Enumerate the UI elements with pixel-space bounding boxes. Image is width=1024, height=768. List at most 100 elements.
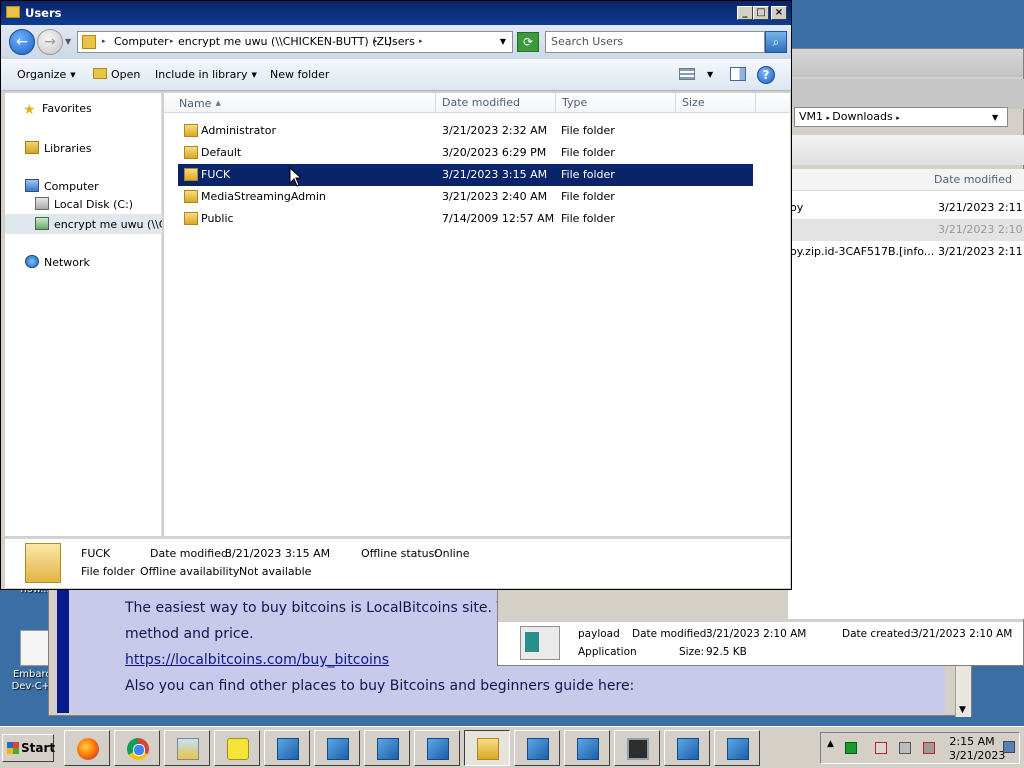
network-icon — [25, 255, 39, 268]
taskbar-users-folder[interactable] — [464, 730, 510, 766]
chevron-right-icon[interactable]: ▸ — [102, 37, 106, 45]
scroll-down-icon[interactable]: ▼ — [959, 705, 966, 715]
chevron-up-icon[interactable]: ▲ — [827, 739, 839, 751]
chevron-right-icon[interactable]: ▸ — [170, 37, 174, 45]
minimize-icon[interactable]: _ — [737, 6, 753, 20]
detail-value: 3/21/2023 2:10 AM — [912, 628, 1013, 640]
help-icon[interactable]: ? — [757, 66, 775, 84]
chevron-right-icon[interactable]: ▸ — [896, 114, 900, 122]
sidebar-item-computer[interactable]: Computer — [25, 179, 99, 193]
breadcrumb-users[interactable]: Users — [384, 35, 415, 48]
detail-value: 92.5 KB — [706, 646, 747, 658]
taskbar-task-manager[interactable] — [614, 730, 660, 766]
table-row[interactable]: oy.zip.id-3CAF517B.[info... 3/21/2023 2:… — [788, 241, 1024, 263]
taskbar-chrome[interactable] — [114, 730, 160, 766]
refresh-icon[interactable]: ⟳ — [517, 32, 539, 52]
recent-pages-icon[interactable]: ▼ — [65, 37, 71, 46]
detail-type: File folder — [81, 565, 135, 578]
sidebar-item-local-disk[interactable]: Local Disk (C:) — [35, 197, 133, 211]
back-arrow-icon[interactable]: ← — [9, 29, 35, 55]
sidebar-item-network[interactable]: Network — [25, 255, 90, 269]
breadcrumb-drive[interactable]: encrypt me uwu (\\CHICKEN-BUTT) (Z:) — [178, 35, 392, 48]
detail-label: Date modified: — [150, 547, 232, 560]
network-connection-icon[interactable] — [899, 742, 911, 754]
taskbar-spongebob[interactable] — [214, 730, 260, 766]
taskbar-vm-5[interactable] — [514, 730, 560, 766]
breadcrumb-item[interactable]: Downloads — [832, 110, 892, 123]
table-row[interactable]: 3/21/2023 2:10 AM — [788, 219, 1024, 241]
detail-label: Date created: — [842, 628, 914, 640]
column-size[interactable]: Size — [676, 93, 756, 113]
address-bar[interactable]: ▸ Computer ▸ encrypt me uwu (\\CHICKEN-B… — [77, 31, 513, 53]
remote-desktop-icon — [377, 738, 399, 760]
remote-desktop-icon — [677, 738, 699, 760]
table-row[interactable]: Default 3/20/2023 6:29 PM File folder — [178, 142, 753, 164]
sidebar-item-favorites[interactable]: ★ Favorites — [23, 102, 92, 118]
clock-time: 2:15 AM — [949, 735, 995, 748]
new-folder-button[interactable]: New folder — [270, 68, 329, 81]
task-manager-icon — [627, 738, 649, 760]
taskbar-vm-1[interactable] — [264, 730, 310, 766]
spongebob-icon — [227, 738, 249, 760]
table-row[interactable]: FUCK 3/21/2023 3:15 AM File folder — [178, 164, 753, 186]
nav-bar — [788, 79, 1024, 109]
search-input[interactable]: Search Users — [545, 31, 765, 53]
open-button[interactable]: Open — [93, 68, 140, 81]
chrome-icon — [127, 738, 149, 760]
detail-label: Date modified: — [632, 628, 710, 640]
clock-date: 3/21/2023 — [949, 749, 1006, 762]
window-titlebar[interactable]: Users _ □ × — [1, 1, 791, 25]
taskbar-vm-7[interactable] — [664, 730, 710, 766]
show-desktop-icon[interactable] — [1003, 741, 1015, 753]
table-row[interactable]: Public 7/14/2009 12:57 AM File folder — [178, 208, 753, 230]
folder-icon — [184, 146, 198, 159]
taskbar-vm-2[interactable] — [314, 730, 360, 766]
table-row[interactable]: MediaStreamingAdmin 3/21/2023 2:40 AM Fi… — [178, 186, 753, 208]
forward-arrow-icon[interactable]: → — [37, 29, 63, 55]
taskbar-firefox[interactable] — [64, 730, 110, 766]
taskbar-explorer[interactable] — [164, 730, 210, 766]
chevron-down-icon[interactable]: ▼ — [500, 37, 506, 46]
breadcrumb-item[interactable]: VM1 — [799, 110, 823, 123]
star-icon: ★ — [23, 102, 36, 118]
sidebar-item-network-drive[interactable]: encrypt me uwu (\\CH — [5, 214, 162, 234]
taskbar-vm-6[interactable] — [564, 730, 610, 766]
breadcrumb-computer[interactable]: Computer — [114, 35, 169, 48]
table-row[interactable]: oy 3/21/2023 2:11 AM — [788, 197, 1024, 219]
search-icon[interactable]: ⌕ — [765, 31, 787, 53]
column-date-modified[interactable]: Date modified — [436, 93, 556, 113]
table-row[interactable]: Administrator 3/21/2023 2:32 AM File fol… — [178, 120, 753, 142]
taskbar-vm-4[interactable] — [414, 730, 460, 766]
remote-desktop-icon — [277, 738, 299, 760]
detail-name: payload — [578, 628, 620, 640]
open-folder-icon — [93, 68, 107, 79]
column-date[interactable]: Date modified — [934, 173, 1012, 186]
views-icon[interactable] — [679, 68, 695, 80]
file-explorer-icon — [177, 738, 199, 760]
detail-name: FUCK — [81, 547, 111, 560]
maximize-icon[interactable]: □ — [753, 6, 769, 20]
clock[interactable]: 2:15 AM 3/21/2023 — [949, 735, 1006, 763]
close-icon[interactable]: × — [771, 6, 787, 20]
start-button[interactable]: Start — [2, 734, 55, 762]
column-name[interactable]: Name ▲ — [173, 93, 436, 113]
preview-pane-icon[interactable] — [730, 67, 746, 81]
taskbar-vm-8[interactable] — [714, 730, 760, 766]
taskbar-vm-3[interactable] — [364, 730, 410, 766]
security-alert-icon[interactable] — [875, 742, 887, 754]
chevron-down-icon[interactable]: ▼ — [707, 70, 713, 79]
bitcoin-link[interactable]: https://localbitcoins.com/buy_bitcoins — [125, 652, 389, 668]
navigation-pane: ★ Favorites Libraries Computer Local Disk… — [5, 93, 162, 536]
volume-muted-icon[interactable] — [923, 742, 935, 754]
chevron-down-icon[interactable]: ▼ — [992, 113, 998, 122]
windows-logo-icon — [7, 742, 19, 754]
network-status-icon[interactable] — [845, 742, 857, 754]
column-type[interactable]: Type — [556, 93, 676, 113]
include-in-library-button[interactable]: Include in library ▼ — [155, 68, 257, 81]
address-bar[interactable]: VM1 ▸ Downloads ▸ — [794, 107, 1008, 127]
folder-icon — [82, 35, 96, 49]
chevron-right-icon[interactable]: ▸ — [419, 37, 423, 45]
chevron-right-icon[interactable]: ▸ — [374, 37, 378, 45]
sidebar-item-libraries[interactable]: Libraries — [25, 141, 92, 155]
organize-button[interactable]: Organize ▼ — [17, 68, 76, 81]
